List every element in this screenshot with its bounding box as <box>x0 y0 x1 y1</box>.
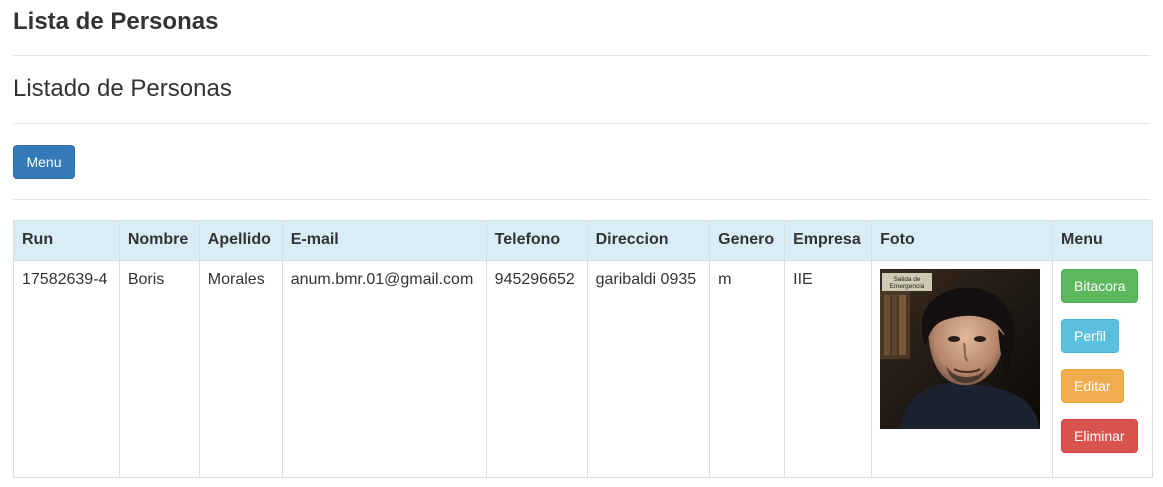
cell-genero: m <box>709 260 786 478</box>
menu-button[interactable]: Menu <box>13 145 75 179</box>
column-header-foto: Foto <box>871 220 1054 261</box>
page-title: Lista de Personas <box>13 0 1150 56</box>
cell-empresa: IIE <box>784 260 873 478</box>
cell-actions: Bitacora Perfil Editar Eliminar <box>1052 260 1153 478</box>
cell-direccion: garibaldi 0935 <box>586 260 711 478</box>
editar-button[interactable]: Editar <box>1061 369 1124 403</box>
column-header-run: Run <box>13 220 120 261</box>
table-header-row: Run Nombre Apellido E-mail Telefono Dire… <box>13 220 1153 261</box>
perfil-button[interactable]: Perfil <box>1061 319 1119 353</box>
menu-bar: Menu <box>13 124 1150 200</box>
cell-apellido: Morales <box>198 260 283 478</box>
column-header-direccion: Direccion <box>586 220 711 261</box>
bitacora-button[interactable]: Bitacora <box>1061 269 1139 303</box>
eliminar-button[interactable]: Eliminar <box>1061 419 1138 453</box>
list-title: Listado de Personas <box>13 56 1150 124</box>
column-header-telefono: Telefono <box>485 220 588 261</box>
page-container: Lista de Personas Listado de Personas Me… <box>0 0 1163 478</box>
column-header-nombre: Nombre <box>118 220 200 261</box>
column-header-empresa: Empresa <box>784 220 873 261</box>
row-actions: Bitacora Perfil Editar Eliminar <box>1061 269 1144 469</box>
column-header-email: E-mail <box>281 220 487 261</box>
photo-sign-text: Emergencia <box>890 283 925 290</box>
table-row: 17582639-4 Boris Morales anum.bmr.01@gma… <box>13 260 1153 478</box>
cell-email: anum.bmr.01@gmail.com <box>281 260 487 478</box>
column-header-genero: Genero <box>709 220 786 261</box>
column-header-menu: Menu <box>1052 220 1153 261</box>
cell-telefono: 945296652 <box>485 260 588 478</box>
cell-run: 17582639-4 <box>13 260 120 478</box>
column-header-apellido: Apellido <box>198 220 283 261</box>
cell-nombre: Boris <box>118 260 200 478</box>
cell-foto: Salida de Emergencia <box>871 260 1054 478</box>
profile-photo: Salida de Emergencia <box>880 269 1041 429</box>
photo-sign-text: Salida de <box>894 276 921 283</box>
people-table: Run Nombre Apellido E-mail Telefono Dire… <box>13 220 1153 478</box>
